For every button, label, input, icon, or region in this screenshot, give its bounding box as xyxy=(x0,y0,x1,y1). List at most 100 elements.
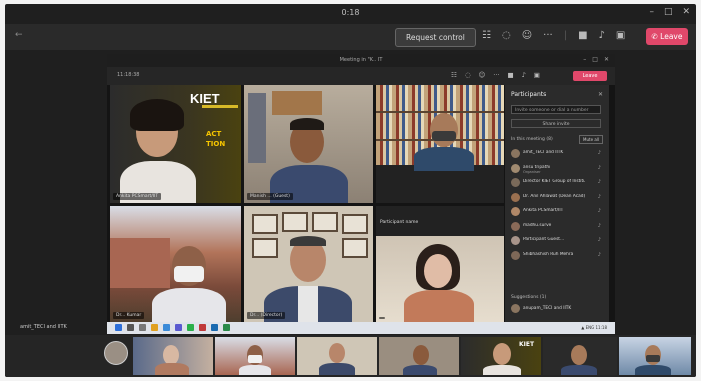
camera-icon: ■ xyxy=(507,71,514,79)
share-invite-button[interactable]: Share invite xyxy=(511,119,601,128)
mute-all-button[interactable]: Mute all xyxy=(579,135,603,144)
tile-name-label: Manish ... (Guest) xyxy=(247,193,293,200)
video-thumbnail[interactable] xyxy=(297,337,377,375)
request-control-button[interactable]: Request control xyxy=(395,28,476,47)
close-icon[interactable]: ✕ xyxy=(598,91,603,98)
participant-hair xyxy=(130,99,184,131)
share-icon: ▣ xyxy=(533,71,540,79)
participant-face xyxy=(163,345,179,365)
in-meeting-section[interactable]: In this meeting (8) xyxy=(511,137,553,142)
avatar xyxy=(511,192,520,202)
participant-body xyxy=(635,365,671,375)
mic-icon: ♪ xyxy=(597,164,601,171)
participant-row[interactable]: madhu.surve ♪ xyxy=(511,220,603,235)
participant-body xyxy=(239,365,271,375)
participant-name: Director KIET Group of Institu... xyxy=(523,179,585,184)
close-icon[interactable]: ✕ xyxy=(682,7,690,17)
chat-icon[interactable]: ◌ xyxy=(502,30,511,41)
frame xyxy=(252,214,278,234)
participant-hair xyxy=(290,118,324,130)
participant-row[interactable]: ansu tripathi Organiser ♪ xyxy=(511,162,603,177)
suggestion-row[interactable]: anupam_TECI and IITK xyxy=(511,304,603,314)
share-icon[interactable]: ▣ xyxy=(616,30,625,41)
slide-logo: KIET xyxy=(190,91,220,106)
video-thumbnail[interactable] xyxy=(215,337,295,375)
video-tile-5: Dr... (Director) xyxy=(244,206,373,322)
video-thumbnail[interactable] xyxy=(619,337,691,375)
mic-icon: ♪ xyxy=(597,179,601,185)
participant-row[interactable]: Ankita PCSmart/IIT ♪ xyxy=(511,205,603,220)
participant-name: Dr. Anil Ahlawat (Dean Acad)... xyxy=(523,193,585,199)
video-tile-1: KIET ACT TION Ankita PCSmart/IIT xyxy=(110,85,241,203)
participants-panel: Participants ✕ Invite someone or dial a … xyxy=(505,85,609,322)
participant-row[interactable]: amit_TECI and IITK ♪ xyxy=(511,147,603,162)
participant-body xyxy=(414,147,474,171)
panel-title: Participants xyxy=(511,91,547,98)
folder-icon xyxy=(151,324,158,331)
tile-name-label: Dr... Kumar xyxy=(113,312,145,319)
suggestions-section[interactable]: Suggestions (1) xyxy=(511,295,546,300)
frame xyxy=(272,91,322,115)
mic-icon: ♪ xyxy=(597,208,601,214)
participant-name: ansu tripathi xyxy=(523,164,551,170)
inner-window-controls: – □ ✕ xyxy=(583,56,609,63)
building xyxy=(110,238,170,288)
window-title: 0:18 xyxy=(341,8,360,17)
avatar xyxy=(511,149,520,158)
participant-body xyxy=(403,365,437,375)
reactions-icon[interactable]: ☺ xyxy=(522,30,532,41)
frame xyxy=(252,238,278,258)
invite-input[interactable]: Invite someone or dial a number xyxy=(511,105,601,114)
participant-name: madhu.surve xyxy=(523,222,552,228)
window-controls: – □ ✕ xyxy=(649,7,690,17)
participant-role: Organiser xyxy=(523,170,541,174)
reactions-icon: ☺ xyxy=(478,71,486,79)
minimize-icon[interactable]: – xyxy=(649,7,654,17)
participant-body xyxy=(404,290,474,322)
video-thumbnail[interactable]: KIET xyxy=(461,337,541,375)
title-bar: 0:18 – □ ✕ xyxy=(5,4,696,22)
participant-face-inner xyxy=(424,254,452,288)
teams-window: 0:18 – □ ✕ ← Request control ☷ ◌ ☺ ··· |… xyxy=(5,4,696,377)
back-icon[interactable]: ← xyxy=(15,30,23,40)
suggestion-name: anupam_TECI and IITK xyxy=(523,306,572,311)
video-tile-2: Manish ... (Guest) xyxy=(244,85,373,203)
meeting-toolbar: ← Request control ☷ ◌ ☺ ··· | ■ ♪ ▣ ✆ Le… xyxy=(5,24,696,50)
participant-name: Shibhashish Ruh Mehra xyxy=(523,251,574,257)
search-icon xyxy=(127,324,134,331)
video-thumbnail[interactable] xyxy=(379,337,459,375)
slide-text-2: TION xyxy=(206,140,226,148)
participant-face xyxy=(430,113,458,147)
participant-body xyxy=(561,365,597,375)
self-avatar[interactable] xyxy=(104,341,128,365)
mic-icon: ♪ xyxy=(521,71,526,79)
tile-name-label: Ankita PCSmart/IIT xyxy=(113,193,162,200)
participant-row[interactable]: Shibhashish Ruh Mehra ♪ xyxy=(511,249,603,264)
participant-row[interactable]: Director KIET Group of Institu... ♪ xyxy=(511,176,603,191)
word-icon xyxy=(211,324,218,331)
system-tray: ▲ ENG 11:18 xyxy=(581,325,607,330)
mask xyxy=(646,355,660,362)
slide-bar xyxy=(202,105,238,108)
maximize-icon: □ xyxy=(592,56,598,63)
inner-leave-button: Leave xyxy=(573,71,607,81)
camera-icon[interactable]: ■ xyxy=(578,30,587,41)
people-icon[interactable]: ☷ xyxy=(482,30,491,41)
avatar xyxy=(511,250,520,260)
window xyxy=(248,93,266,163)
participant-row[interactable]: Dr. Anil Ahlawat (Dean Acad)... ♪ xyxy=(511,191,603,206)
more-icon[interactable]: ··· xyxy=(543,30,553,41)
participant-face xyxy=(329,343,345,363)
video-tile-6: Participant name xyxy=(376,206,504,322)
mic-icon: ♪ xyxy=(597,193,601,200)
tile-name-label: Dr... (Director) xyxy=(247,312,286,319)
video-thumbnail[interactable] xyxy=(133,337,213,375)
mic-icon[interactable]: ♪ xyxy=(599,30,605,41)
avatar xyxy=(511,304,520,313)
participant-row[interactable]: Participant Guest... ♪ xyxy=(511,234,603,249)
task-view-icon xyxy=(139,324,146,331)
video-thumbnail[interactable] xyxy=(543,337,617,375)
maximize-icon[interactable]: □ xyxy=(664,7,673,17)
leave-button[interactable]: ✆ Leave xyxy=(646,28,688,45)
presenter-label: amit_TECI and IITK xyxy=(20,324,67,330)
